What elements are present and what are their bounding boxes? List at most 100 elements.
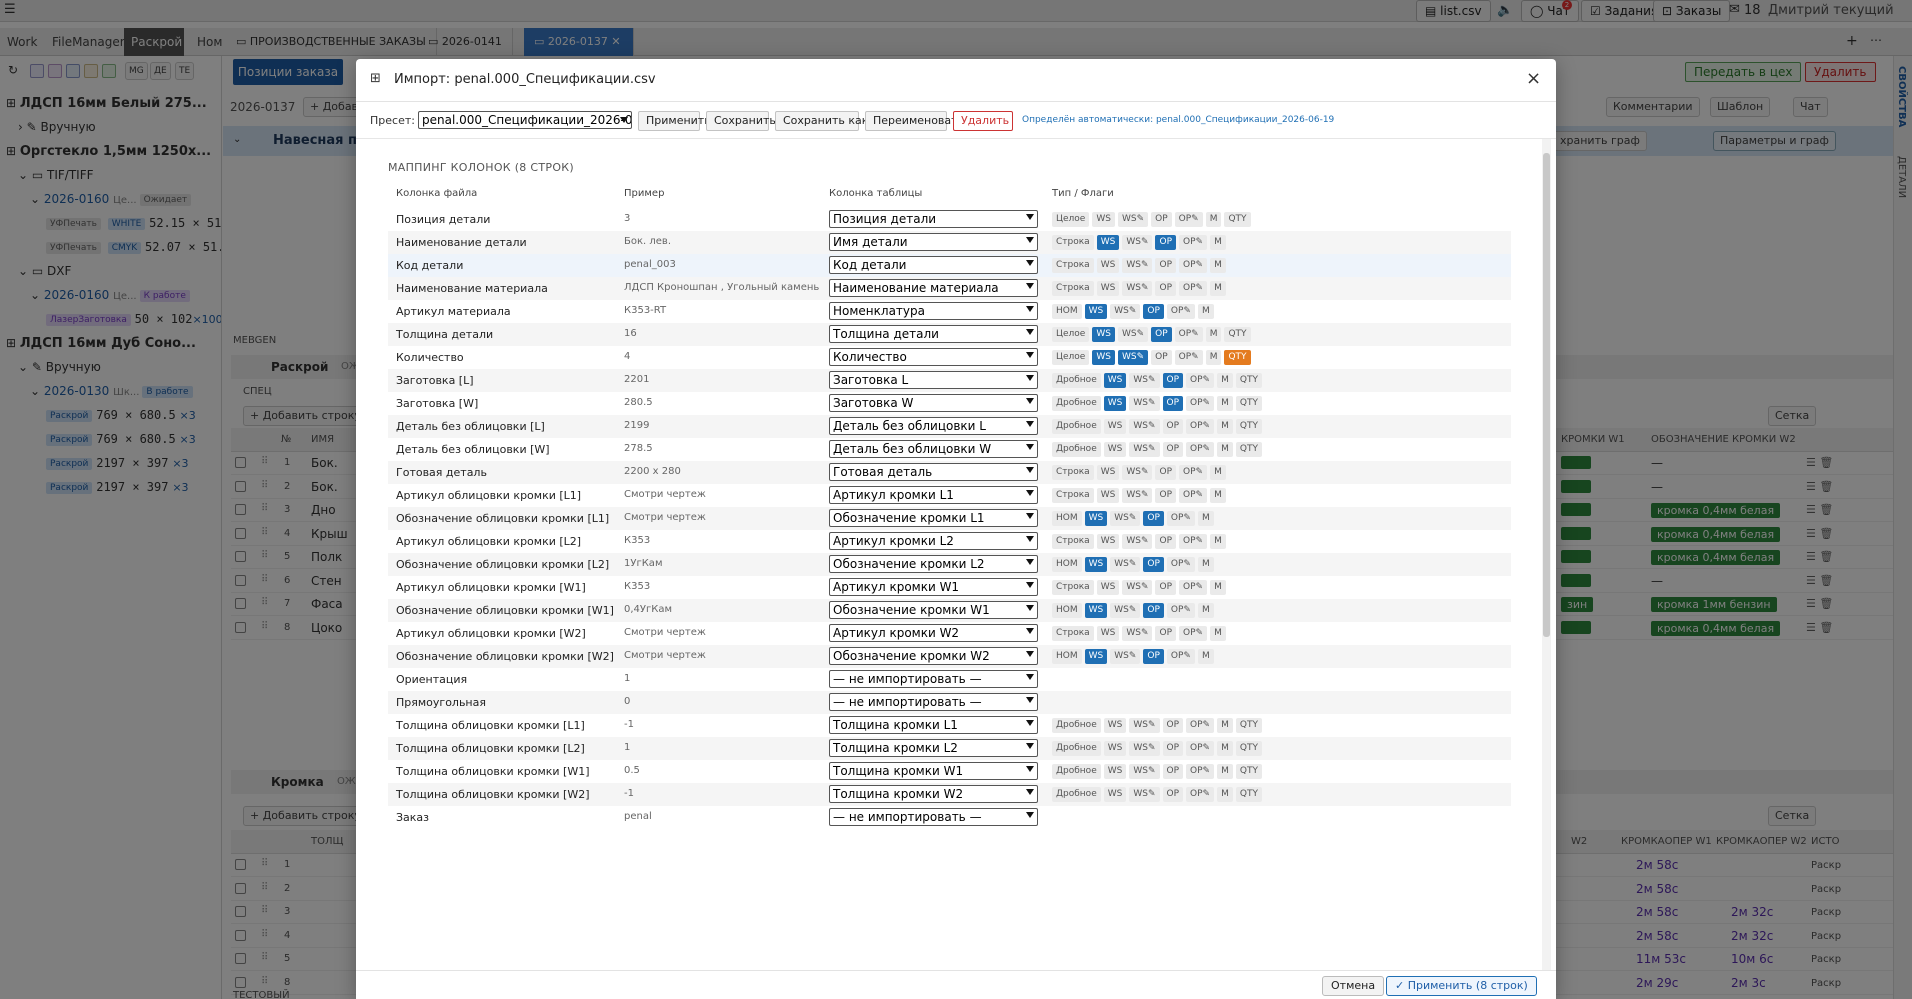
- flag-toggle[interactable]: OP✎: [1179, 580, 1208, 595]
- flag-toggle[interactable]: OP✎: [1174, 212, 1203, 227]
- close-icon[interactable]: ×: [1526, 68, 1541, 89]
- flag-toggle[interactable]: OP✎: [1166, 649, 1195, 664]
- table-column-select[interactable]: Деталь без облицовки W: [829, 440, 1038, 458]
- flag-toggle[interactable]: WS✎: [1117, 327, 1149, 342]
- flag-toggle[interactable]: M: [1217, 718, 1233, 733]
- flag-toggle[interactable]: WS: [1103, 741, 1127, 756]
- flag-toggle[interactable]: OP: [1162, 396, 1184, 411]
- table-column-select[interactable]: Имя детали: [829, 233, 1038, 251]
- flag-toggle[interactable]: QTY: [1235, 787, 1262, 802]
- flag-toggle[interactable]: M: [1217, 787, 1233, 802]
- save-preset-button[interactable]: Сохранить: [706, 111, 776, 131]
- flag-toggle[interactable]: M: [1210, 235, 1226, 250]
- flag-toggle[interactable]: OP: [1155, 235, 1176, 250]
- flag-toggle[interactable]: OP✎: [1179, 258, 1208, 273]
- flag-toggle[interactable]: WS✎: [1122, 235, 1153, 250]
- flag-toggle[interactable]: OP✎: [1166, 304, 1195, 319]
- flag-toggle[interactable]: WS: [1096, 580, 1120, 595]
- flag-toggle[interactable]: M: [1217, 419, 1233, 434]
- flag-toggle[interactable]: WS✎: [1122, 580, 1153, 595]
- flag-toggle[interactable]: WS: [1103, 442, 1127, 457]
- flag-toggle[interactable]: OP: [1162, 764, 1184, 779]
- flag-toggle[interactable]: OP✎: [1186, 718, 1215, 733]
- flag-toggle[interactable]: WS✎: [1122, 465, 1153, 480]
- flag-toggle[interactable]: M: [1197, 511, 1214, 526]
- flag-toggle[interactable]: OP✎: [1166, 557, 1195, 572]
- table-column-select[interactable]: Деталь без облицовки L: [829, 417, 1038, 435]
- flag-toggle[interactable]: OP✎: [1179, 281, 1208, 296]
- table-column-select[interactable]: Позиция детали: [829, 210, 1038, 228]
- flag-toggle[interactable]: OP: [1155, 281, 1176, 296]
- flag-toggle[interactable]: WS✎: [1122, 626, 1153, 641]
- flag-toggle[interactable]: OP: [1162, 718, 1184, 733]
- flag-toggle[interactable]: OP✎: [1186, 442, 1215, 457]
- table-column-select[interactable]: Готовая деталь: [829, 463, 1038, 481]
- flag-toggle[interactable]: OP: [1151, 350, 1172, 365]
- flag-toggle[interactable]: WS✎: [1122, 534, 1153, 549]
- flag-toggle[interactable]: OP: [1143, 304, 1164, 319]
- flag-toggle[interactable]: WS: [1103, 373, 1127, 388]
- flag-toggle[interactable]: OP: [1162, 442, 1184, 457]
- flag-toggle[interactable]: OP✎: [1186, 741, 1215, 756]
- flag-toggle[interactable]: QTY: [1235, 396, 1262, 411]
- table-column-select[interactable]: Толщина детали: [829, 325, 1038, 343]
- flag-toggle[interactable]: WS: [1103, 764, 1127, 779]
- flag-toggle[interactable]: M: [1197, 649, 1214, 664]
- flag-toggle[interactable]: M: [1197, 304, 1214, 319]
- flag-toggle[interactable]: M: [1205, 212, 1222, 227]
- flag-toggle[interactable]: WS: [1103, 396, 1127, 411]
- flag-toggle[interactable]: WS✎: [1129, 741, 1160, 756]
- table-column-select[interactable]: Артикул кромки L2: [829, 532, 1038, 550]
- flag-toggle[interactable]: OP✎: [1186, 419, 1215, 434]
- flag-toggle[interactable]: QTY: [1224, 350, 1251, 365]
- flag-toggle[interactable]: WS✎: [1129, 419, 1160, 434]
- flag-toggle[interactable]: M: [1210, 580, 1226, 595]
- flag-toggle[interactable]: WS: [1084, 557, 1108, 572]
- flag-toggle[interactable]: M: [1197, 603, 1214, 618]
- flag-toggle[interactable]: WS: [1092, 327, 1115, 342]
- flag-toggle[interactable]: WS✎: [1129, 396, 1160, 411]
- flag-toggle[interactable]: WS✎: [1129, 764, 1160, 779]
- apply-preset-button[interactable]: Применить: [638, 111, 711, 131]
- table-column-select[interactable]: Обозначение кромки W1: [829, 601, 1038, 619]
- flag-toggle[interactable]: WS: [1103, 718, 1127, 733]
- flag-toggle[interactable]: WS✎: [1117, 212, 1149, 227]
- flag-toggle[interactable]: QTY: [1235, 764, 1262, 779]
- scrollbar-thumb[interactable]: [1543, 153, 1550, 637]
- flag-toggle[interactable]: OP✎: [1174, 350, 1203, 365]
- flag-toggle[interactable]: WS✎: [1110, 511, 1141, 526]
- preset-select[interactable]: penal.000_Спецификации_2026-06-19: [418, 111, 632, 129]
- flag-toggle[interactable]: WS: [1096, 534, 1120, 549]
- flag-toggle[interactable]: OP: [1155, 580, 1176, 595]
- table-column-select[interactable]: Артикул кромки W2: [829, 624, 1038, 642]
- flag-toggle[interactable]: M: [1217, 442, 1233, 457]
- flag-toggle[interactable]: OP: [1143, 603, 1164, 618]
- flag-toggle[interactable]: OP: [1155, 258, 1176, 273]
- flag-toggle[interactable]: WS✎: [1129, 373, 1160, 388]
- flag-toggle[interactable]: WS✎: [1122, 258, 1153, 273]
- flag-toggle[interactable]: WS✎: [1110, 649, 1141, 664]
- flag-toggle[interactable]: WS: [1084, 511, 1108, 526]
- flag-toggle[interactable]: WS✎: [1122, 488, 1153, 503]
- flag-toggle[interactable]: OP✎: [1179, 465, 1208, 480]
- flag-toggle[interactable]: M: [1197, 557, 1214, 572]
- flag-toggle[interactable]: OP: [1162, 373, 1184, 388]
- flag-toggle[interactable]: OP: [1155, 488, 1176, 503]
- table-column-select[interactable]: — не импортировать —: [829, 670, 1038, 688]
- save-as-button[interactable]: Сохранить как: [775, 111, 868, 131]
- flag-toggle[interactable]: OP✎: [1186, 396, 1215, 411]
- flag-toggle[interactable]: OP✎: [1179, 626, 1208, 641]
- flag-toggle[interactable]: WS: [1103, 419, 1127, 434]
- flag-toggle[interactable]: OP: [1155, 534, 1176, 549]
- cancel-button[interactable]: Отмена: [1322, 976, 1385, 996]
- flag-toggle[interactable]: OP: [1143, 557, 1164, 572]
- flag-toggle[interactable]: M: [1210, 626, 1226, 641]
- table-column-select[interactable]: Толщина кромки L2: [829, 739, 1038, 757]
- table-column-select[interactable]: — не импортировать —: [829, 693, 1038, 711]
- flag-toggle[interactable]: WS✎: [1110, 557, 1141, 572]
- table-column-select[interactable]: Код детали: [829, 256, 1038, 274]
- flag-toggle[interactable]: WS✎: [1110, 304, 1141, 319]
- flag-toggle[interactable]: OP: [1162, 419, 1184, 434]
- flag-toggle[interactable]: OP✎: [1166, 511, 1195, 526]
- delete-preset-button[interactable]: Удалить: [953, 111, 1013, 131]
